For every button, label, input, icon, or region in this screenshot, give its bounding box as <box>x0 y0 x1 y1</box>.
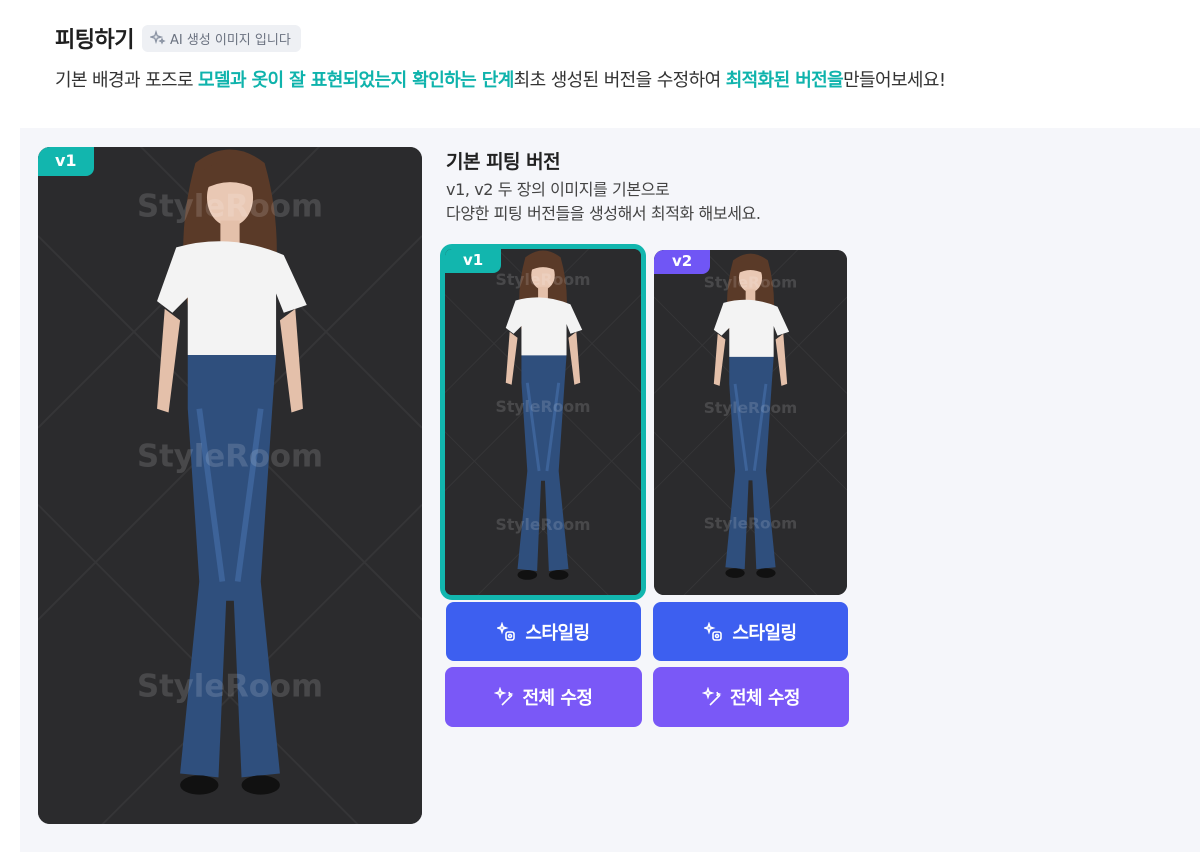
v1-edit-all-button[interactable]: 전체 수정 <box>445 667 642 727</box>
version-card-v1[interactable]: v1 <box>440 244 646 600</box>
v2-edit-all-button[interactable]: 전체 수정 <box>653 667 849 727</box>
v1-styling-button[interactable]: 스타일링 <box>446 602 641 661</box>
styling-label: 스타일링 <box>525 622 590 644</box>
model-photo <box>38 147 422 824</box>
sparkle-icon <box>149 30 166 45</box>
page-title: 피팅하기 <box>55 28 134 53</box>
version-card-v2[interactable]: v2 <box>654 250 847 595</box>
ai-generated-badge: AI 생성 이미지 입니다 <box>141 24 301 52</box>
main-preview-image: v1 <box>38 147 422 824</box>
desc-part3: 만들어보세요! <box>843 70 946 91</box>
styling-label: 스타일링 <box>732 622 797 644</box>
header: 피팅하기 AI 생성 이미지 입니다 <box>55 22 301 54</box>
model-photo <box>445 249 641 595</box>
section-desc-line2: 다양한 피팅 버전들을 생성해서 최적화 해보세요. <box>446 204 761 223</box>
edit-all-label: 전체 수정 <box>729 688 801 709</box>
desc-part2: 최초 생성된 버전을 수정하여 <box>513 70 726 91</box>
magic-sparkle-icon <box>497 621 516 641</box>
ai-badge-text: AI 생성 이미지 입니다 <box>169 32 291 48</box>
magic-wand-icon <box>494 687 515 706</box>
version-tag-v1: v1 <box>445 249 502 273</box>
magic-wand-icon <box>701 687 722 706</box>
model-photo <box>654 250 847 595</box>
main-version-tag: v1 <box>38 147 94 176</box>
magic-sparkle-icon <box>704 621 723 641</box>
v2-styling-button[interactable]: 스타일링 <box>653 602 848 661</box>
desc-highlight2: 최적화된 버전을 <box>725 70 844 91</box>
section-title: 기본 피팅 버전 <box>446 151 561 173</box>
edit-all-label: 전체 수정 <box>522 688 593 709</box>
version-tag-v2: v2 <box>654 250 711 274</box>
section-desc-line1: v1, v2 두 장의 이미지를 기본으로 <box>446 180 670 199</box>
desc-highlight1: 모델과 옷이 잘 표현되었는지 확인하는 단계 <box>198 70 514 91</box>
desc-part1: 기본 배경과 포즈로 <box>55 70 199 91</box>
section-description: v1, v2 두 장의 이미지를 기본으로 다양한 피팅 버전들을 생성해서 최… <box>446 178 761 226</box>
page-description: 기본 배경과 포즈로 모델과 옷이 잘 표현되었는지 확인하는 단계최초 생성된… <box>55 66 946 92</box>
